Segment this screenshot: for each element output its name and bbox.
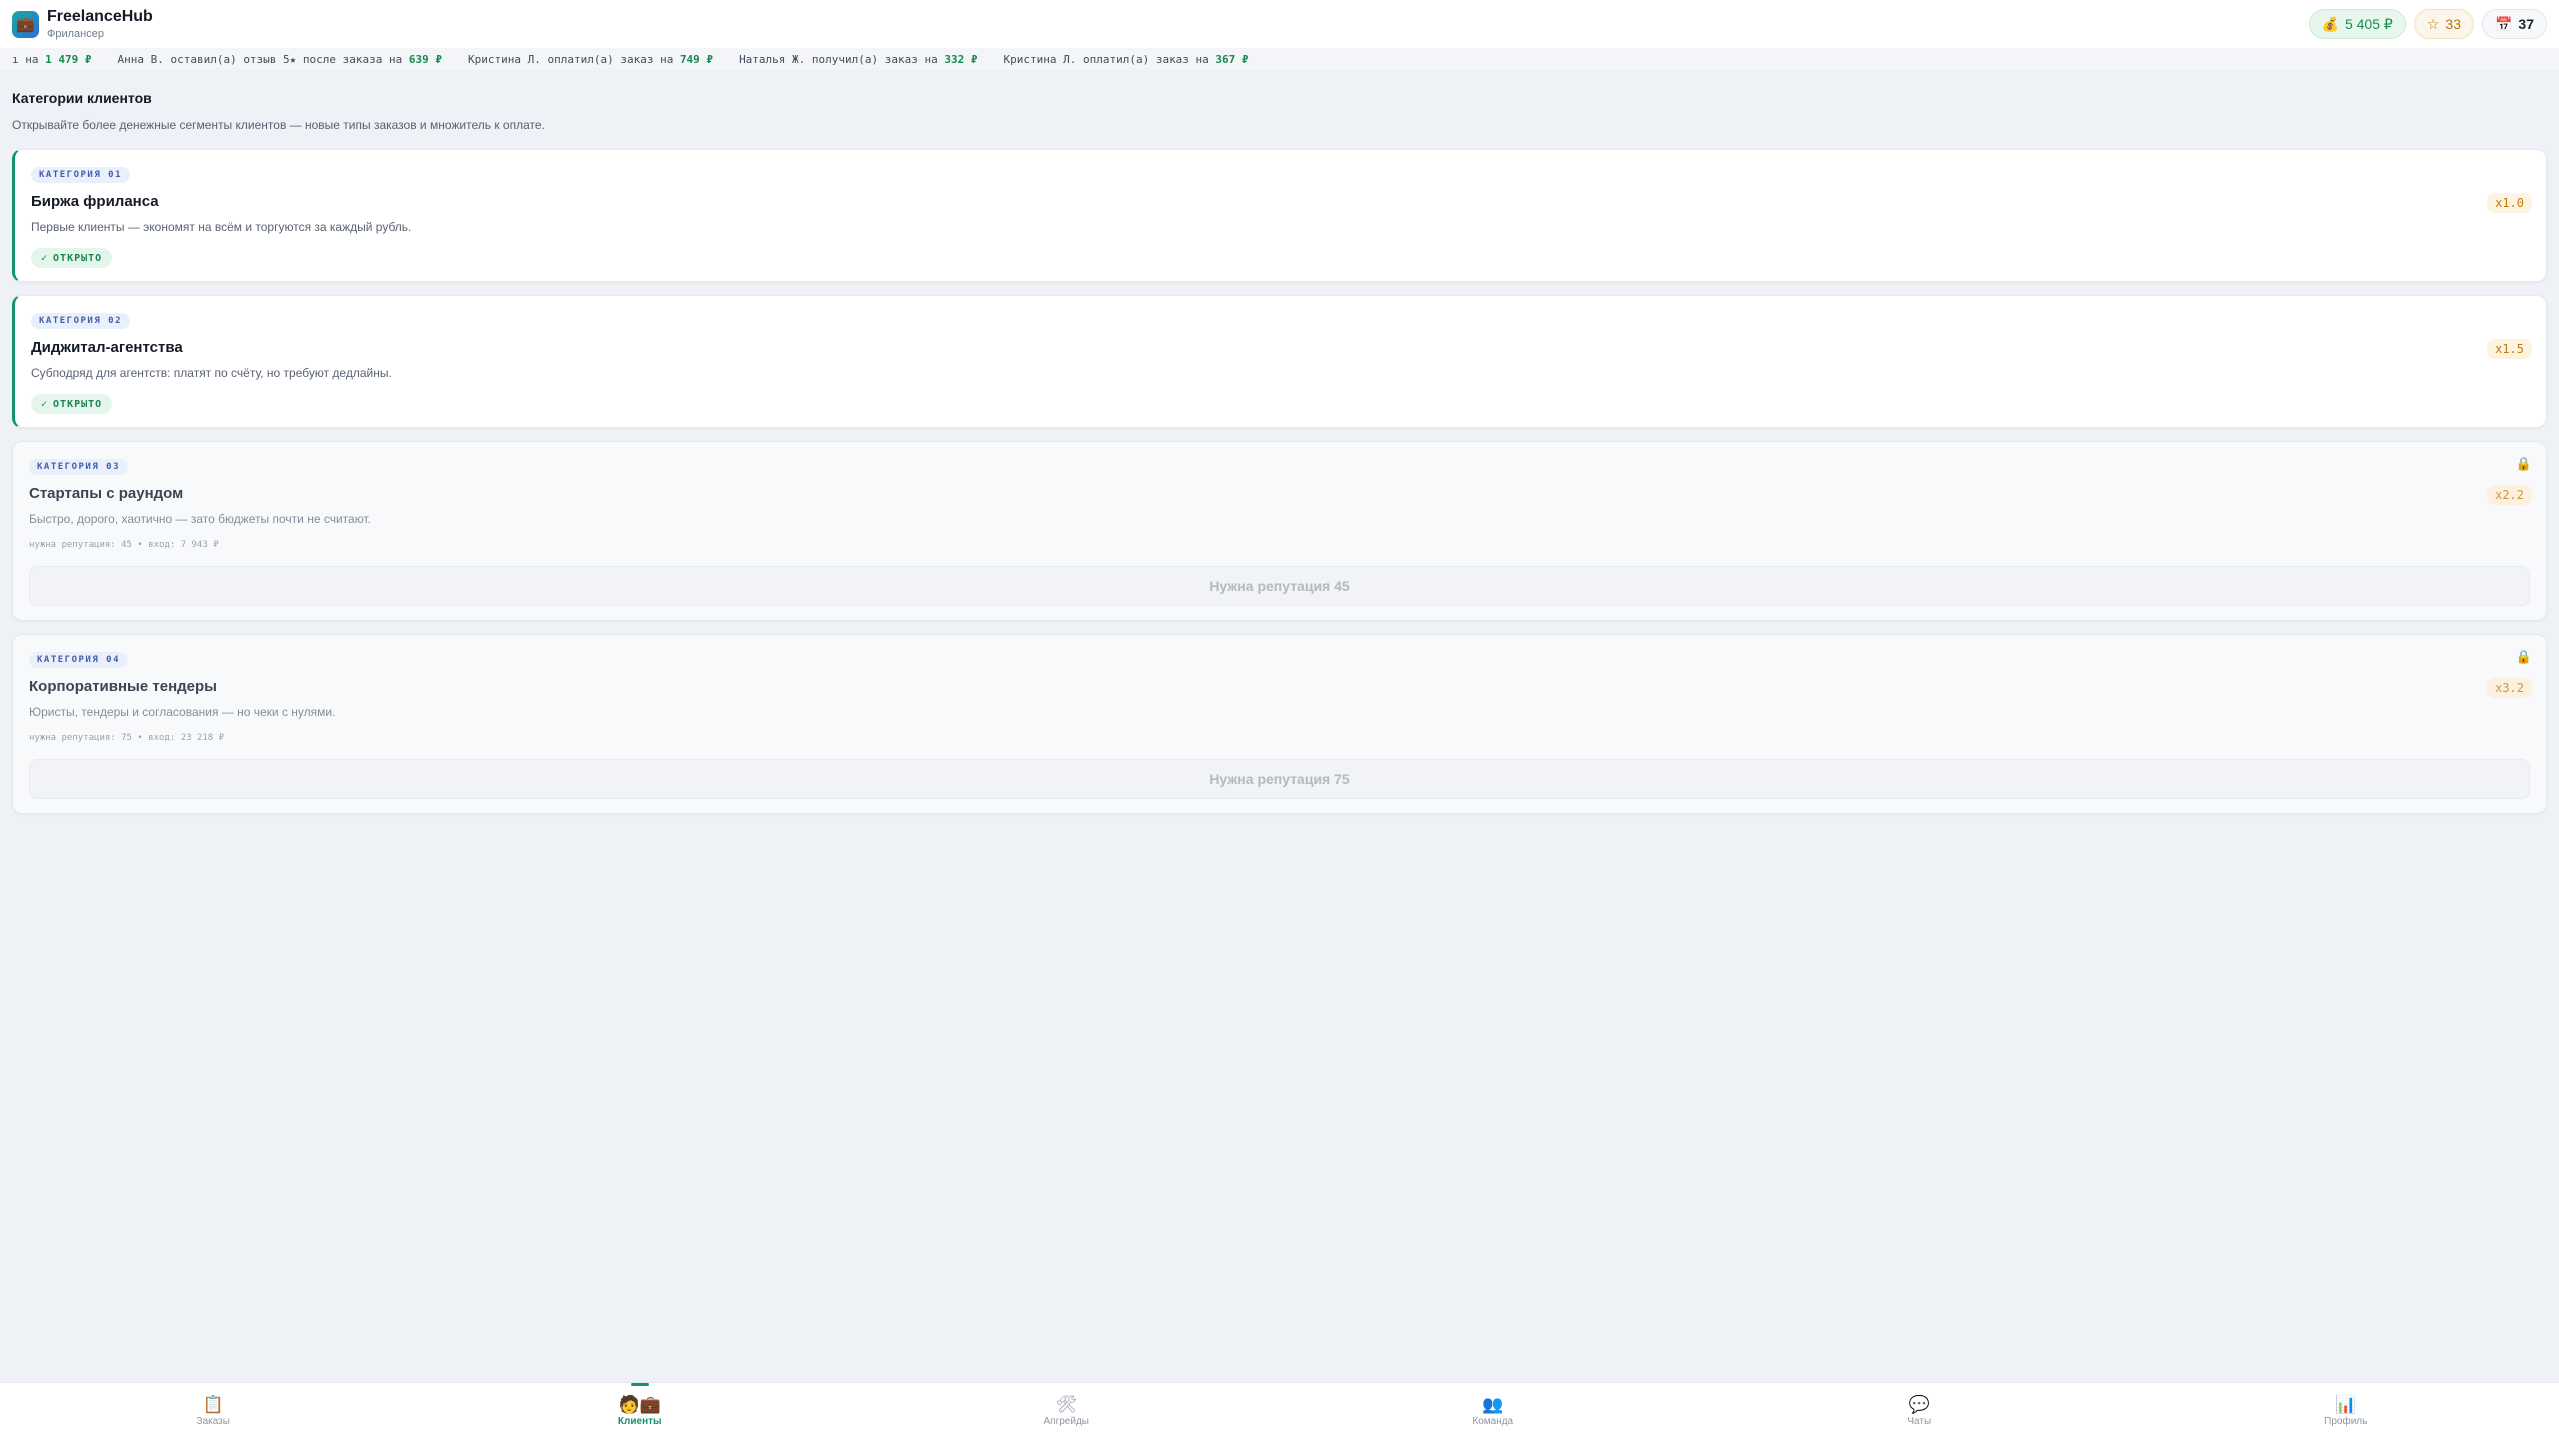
team-icon: 👥 [1482,1394,1504,1414]
tools-icon: 🛠 [1055,1394,1078,1414]
nav-label: Команда [1472,1415,1514,1427]
chart-icon: 📊 [2335,1394,2357,1414]
unlock-button[interactable]: Нужна репутация 45 [29,566,2530,606]
money-value: 5 405 ₽ [2345,15,2393,32]
lock-icon: 🔒 [2515,456,2532,471]
briefcase-icon: 💼 [12,10,39,38]
activity-ticker: ı на 1 479 ₽ Анна В. оставил(а) отзыв 5★… [0,48,2559,70]
status-badge: ✓ ОТКРЫТО [31,248,113,268]
lock-icon: 🔒 [2515,649,2532,664]
day-badge[interactable]: 📅 37 [2481,9,2547,39]
app-header: 💼 FreelanceHub Фрилансер 💰 5 405 ₽ ☆ 33 … [0,0,2559,48]
main-content: Категории клиентов Открывайте более дене… [12,90,2547,814]
nav-label: Заказы [196,1415,230,1427]
category-requirement: нужна репутация: 75 • вход: 23 218 ₽ [29,733,225,743]
unlock-button[interactable]: Нужна репутация 75 [29,759,2530,799]
category-description: Первые клиенты — экономят на всём и торг… [31,220,412,234]
ticker-item: ı на 1 479 ₽ [12,52,92,66]
status-badge: ✓ ОТКРЫТО [31,394,113,414]
nav-item-upgrades[interactable]: 🛠 Апгрейды [853,1383,1280,1439]
nav-item-chats[interactable]: 💬 Чаты [1706,1383,2133,1439]
star-icon: ☆ [2426,15,2440,32]
nav-item-orders[interactable]: 📋 Заказы [0,1383,427,1439]
clients-icon: 🧑💼 [618,1394,661,1414]
category-tag: КАТЕГОРИЯ 03 [29,459,129,475]
ticker-item: Кристина Л. оплатил(а) заказ на 367 ₽ [1003,52,1249,66]
nav-item-clients[interactable]: 🧑💼 Клиенты [427,1383,854,1439]
ticker-item: Кристина Л. оплатил(а) заказ на 749 ₽ [468,52,714,66]
category-tag: КАТЕГОРИЯ 01 [31,167,131,183]
app-subtitle: Фрилансер [47,27,104,40]
stats-bar: 💰 5 405 ₽ ☆ 33 📅 37 [2308,9,2547,39]
nav-label: Профиль [2324,1415,2368,1427]
chat-icon: 💬 [1908,1394,1930,1414]
app-title: FreelanceHub [47,8,153,26]
ticker-item: Анна В. оставил(а) отзыв 5★ после заказа… [117,52,443,66]
multiplier-badge: x2.2 [2487,485,2532,505]
nav-label: Чаты [1907,1415,1932,1427]
category-title: Стартапы с раундом [29,485,184,502]
reputation-badge[interactable]: ☆ 33 [2413,9,2474,39]
category-requirement: нужна репутация: 45 • вход: 7 943 ₽ [29,540,219,550]
section-title: Категории клиентов [12,90,152,106]
category-card-digital-agencies[interactable]: КАТЕГОРИЯ 02 Диджитал-агентства Субподря… [12,295,2547,428]
brand: FreelanceHub Фрилансер [47,8,153,40]
category-description: Быстро, дорого, хаотично — зато бюджеты … [29,512,371,526]
check-icon: ✓ [41,398,49,410]
multiplier-badge: x3.2 [2487,678,2532,698]
clipboard-icon: 📋 [202,1394,224,1414]
money-bag-icon: 💰 [2321,15,2339,32]
bottom-nav: 📋 Заказы 🧑💼 Клиенты 🛠 Апгрейды 👥 Команда… [0,1382,2559,1439]
category-title: Диджитал-агентства [31,339,183,356]
category-title: Биржа фриланса [31,193,159,210]
ticker-item: Наталья Ж. получил(а) заказ на 332 ₽ [739,52,978,66]
category-description: Субподряд для агентств: платят по счёту,… [31,366,392,380]
day-value: 37 [2518,16,2534,32]
section-description: Открывайте более денежные сегменты клиен… [12,118,545,132]
category-card-corporate-tenders: КАТЕГОРИЯ 04 🔒 Корпоративные тендеры Юри… [12,634,2547,814]
category-card-startups: КАТЕГОРИЯ 03 🔒 Стартапы с раундом Быстро… [12,441,2547,621]
nav-item-profile[interactable]: 📊 Профиль [2133,1383,2559,1439]
category-card-freelance-exchange[interactable]: КАТЕГОРИЯ 01 Биржа фриланса Первые клиен… [12,149,2547,282]
check-icon: ✓ [41,252,49,264]
category-description: Юристы, тендеры и согласования — но чеки… [29,705,336,719]
multiplier-badge: x1.0 [2487,193,2532,213]
category-title: Корпоративные тендеры [29,678,217,695]
nav-label: Апгрейды [1043,1415,1089,1427]
nav-item-team[interactable]: 👥 Команда [1280,1383,1707,1439]
category-tag: КАТЕГОРИЯ 04 [29,652,129,668]
multiplier-badge: x1.5 [2487,339,2532,359]
reputation-value: 33 [2445,16,2461,32]
nav-label: Клиенты [617,1415,662,1427]
category-tag: КАТЕГОРИЯ 02 [31,313,131,329]
calendar-icon: 📅 [2494,15,2513,32]
money-badge[interactable]: 💰 5 405 ₽ [2308,9,2406,39]
